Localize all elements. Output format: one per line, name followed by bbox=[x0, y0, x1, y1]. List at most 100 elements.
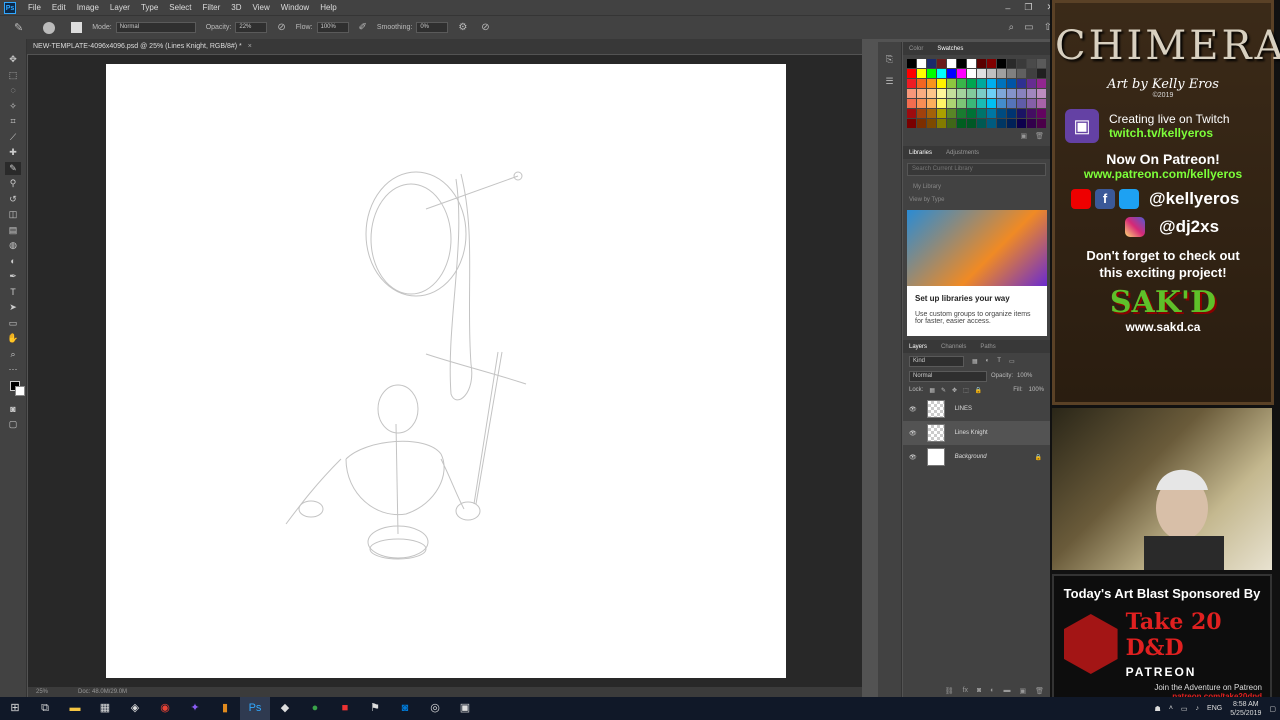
app-icon[interactable]: ▣ bbox=[450, 697, 480, 720]
chrome-icon[interactable]: ◉ bbox=[150, 697, 180, 720]
color-swatches[interactable] bbox=[5, 379, 25, 401]
lock-all-icon[interactable]: 🔒 bbox=[975, 387, 982, 394]
quick-mask-icon[interactable]: ◙ bbox=[5, 403, 21, 417]
app-icon[interactable]: ◎ bbox=[420, 697, 450, 720]
color-swatch[interactable] bbox=[1017, 79, 1026, 88]
color-swatch[interactable] bbox=[907, 89, 916, 98]
filter-adjust-icon[interactable]: ◐ bbox=[986, 358, 990, 364]
healing-tool-icon[interactable]: ✚ bbox=[5, 146, 21, 160]
color-swatch[interactable] bbox=[1027, 59, 1036, 68]
app-icon[interactable]: ■ bbox=[330, 697, 360, 720]
blend-mode-select[interactable]: Normal bbox=[909, 370, 987, 382]
color-swatch[interactable] bbox=[977, 109, 986, 118]
zoom-level[interactable]: 25% bbox=[36, 689, 48, 695]
brush-panel-icon[interactable] bbox=[71, 22, 83, 33]
color-swatch[interactable] bbox=[907, 109, 916, 118]
layer-row[interactable]: 👁 LINES bbox=[903, 397, 1050, 421]
lasso-tool-icon[interactable]: ◌ bbox=[5, 84, 21, 98]
new-layer-icon[interactable]: ▣ bbox=[1019, 687, 1026, 695]
menu-image[interactable]: Image bbox=[77, 3, 99, 12]
color-swatch[interactable] bbox=[987, 109, 996, 118]
app-icon[interactable]: ● bbox=[300, 697, 330, 720]
language-indicator[interactable]: ENG bbox=[1207, 705, 1222, 712]
network-icon[interactable]: ▭ bbox=[1181, 705, 1188, 713]
lock-paint-icon[interactable]: ✎ bbox=[941, 387, 946, 394]
color-swatch[interactable] bbox=[1007, 119, 1016, 128]
lock-artboard-icon[interactable]: ⬚ bbox=[963, 387, 969, 394]
color-swatch[interactable] bbox=[987, 99, 996, 108]
smoothing-field[interactable]: 0% bbox=[416, 22, 449, 33]
tab-layers[interactable]: Layers bbox=[909, 344, 927, 350]
layer-filter-kind[interactable]: Kind bbox=[909, 355, 964, 367]
brush-tool-icon[interactable]: ✎ bbox=[14, 21, 23, 34]
color-swatch[interactable] bbox=[967, 79, 976, 88]
document-tab[interactable]: NEW-TEMPLATE-4096x4096.psd @ 25% (Lines … bbox=[27, 39, 862, 54]
color-swatch[interactable] bbox=[917, 119, 926, 128]
color-swatch[interactable] bbox=[927, 99, 936, 108]
color-swatch[interactable] bbox=[937, 99, 946, 108]
minimize-icon[interactable]: – bbox=[1005, 3, 1010, 13]
dodge-tool-icon[interactable]: ◐ bbox=[5, 255, 21, 269]
color-swatch[interactable] bbox=[917, 59, 926, 68]
color-swatch[interactable] bbox=[987, 69, 996, 78]
layer-opacity-value[interactable]: 100% bbox=[1017, 373, 1032, 379]
add-mask-icon[interactable]: ◙ bbox=[977, 687, 981, 695]
opacity-field[interactable]: 22% bbox=[235, 22, 268, 33]
type-tool-icon[interactable]: T bbox=[5, 286, 21, 300]
color-swatch[interactable] bbox=[937, 89, 946, 98]
color-swatch[interactable] bbox=[957, 89, 966, 98]
filter-shape-icon[interactable]: ▭ bbox=[1009, 358, 1015, 365]
doc-size[interactable]: Doc: 48.0M/29.0M bbox=[78, 689, 127, 695]
outlook-icon[interactable]: ◙ bbox=[390, 697, 420, 720]
color-swatch[interactable] bbox=[1017, 69, 1026, 78]
filter-pixel-icon[interactable]: ▦ bbox=[972, 358, 978, 365]
menu-edit[interactable]: Edit bbox=[52, 3, 66, 12]
color-swatch[interactable] bbox=[957, 69, 966, 78]
menu-window[interactable]: Window bbox=[281, 3, 309, 12]
color-swatch[interactable] bbox=[927, 59, 936, 68]
marquee-tool-icon[interactable]: ⬚ bbox=[5, 69, 21, 83]
clock[interactable]: 8:58 AM 5/25/2019 bbox=[1230, 700, 1261, 718]
color-swatch[interactable] bbox=[907, 59, 916, 68]
mode-select[interactable]: Normal bbox=[115, 22, 196, 33]
my-library-select[interactable]: My Library bbox=[903, 180, 1050, 194]
color-swatch[interactable] bbox=[1007, 99, 1016, 108]
gradient-tool-icon[interactable]: ▤ bbox=[5, 224, 21, 238]
color-swatch[interactable] bbox=[1037, 79, 1046, 88]
background-color-swatch[interactable] bbox=[15, 385, 25, 396]
people-icon[interactable]: ☗ bbox=[1155, 705, 1161, 713]
color-swatch[interactable] bbox=[947, 79, 956, 88]
close-tab-icon[interactable]: × bbox=[248, 43, 252, 50]
group-icon[interactable]: ▬ bbox=[1003, 687, 1010, 695]
pressure-opacity-icon[interactable]: ⊘ bbox=[277, 22, 285, 33]
pen-tool-icon[interactable]: ✒ bbox=[5, 270, 21, 284]
color-swatch[interactable] bbox=[967, 59, 976, 68]
menu-layer[interactable]: Layer bbox=[110, 3, 130, 12]
layer-name[interactable]: Background bbox=[955, 454, 987, 460]
delete-swatch-icon[interactable]: 🗑 bbox=[1035, 132, 1044, 142]
color-swatch[interactable] bbox=[947, 89, 956, 98]
color-swatch[interactable] bbox=[927, 109, 936, 118]
color-swatch[interactable] bbox=[987, 79, 996, 88]
color-swatch[interactable] bbox=[1017, 119, 1026, 128]
color-swatch[interactable] bbox=[1017, 59, 1026, 68]
eyedropper-tool-icon[interactable]: ⟋ bbox=[5, 131, 21, 145]
zoom-tool-icon[interactable]: ⌕ bbox=[5, 348, 21, 362]
color-swatch[interactable] bbox=[977, 69, 986, 78]
app-icon[interactable]: ✦ bbox=[180, 697, 210, 720]
color-swatch[interactable] bbox=[1037, 109, 1046, 118]
workspace-icon[interactable]: ▭ bbox=[1024, 22, 1033, 33]
color-swatch[interactable] bbox=[917, 79, 926, 88]
app-icon[interactable]: ◆ bbox=[270, 697, 300, 720]
search-icon[interactable]: ⌕ bbox=[1009, 22, 1015, 33]
color-swatch[interactable] bbox=[1017, 109, 1026, 118]
canvas[interactable] bbox=[106, 64, 786, 678]
history-brush-tool-icon[interactable]: ↺ bbox=[5, 193, 21, 207]
color-swatch[interactable] bbox=[947, 59, 956, 68]
path-select-tool-icon[interactable]: ➤ bbox=[5, 301, 21, 315]
hand-tool-icon[interactable]: ✋ bbox=[5, 332, 21, 346]
color-swatch[interactable] bbox=[997, 119, 1006, 128]
color-swatch[interactable] bbox=[1027, 119, 1036, 128]
shape-tool-icon[interactable]: ▭ bbox=[5, 317, 21, 331]
link-layers-icon[interactable]: ⛓ bbox=[945, 687, 954, 695]
